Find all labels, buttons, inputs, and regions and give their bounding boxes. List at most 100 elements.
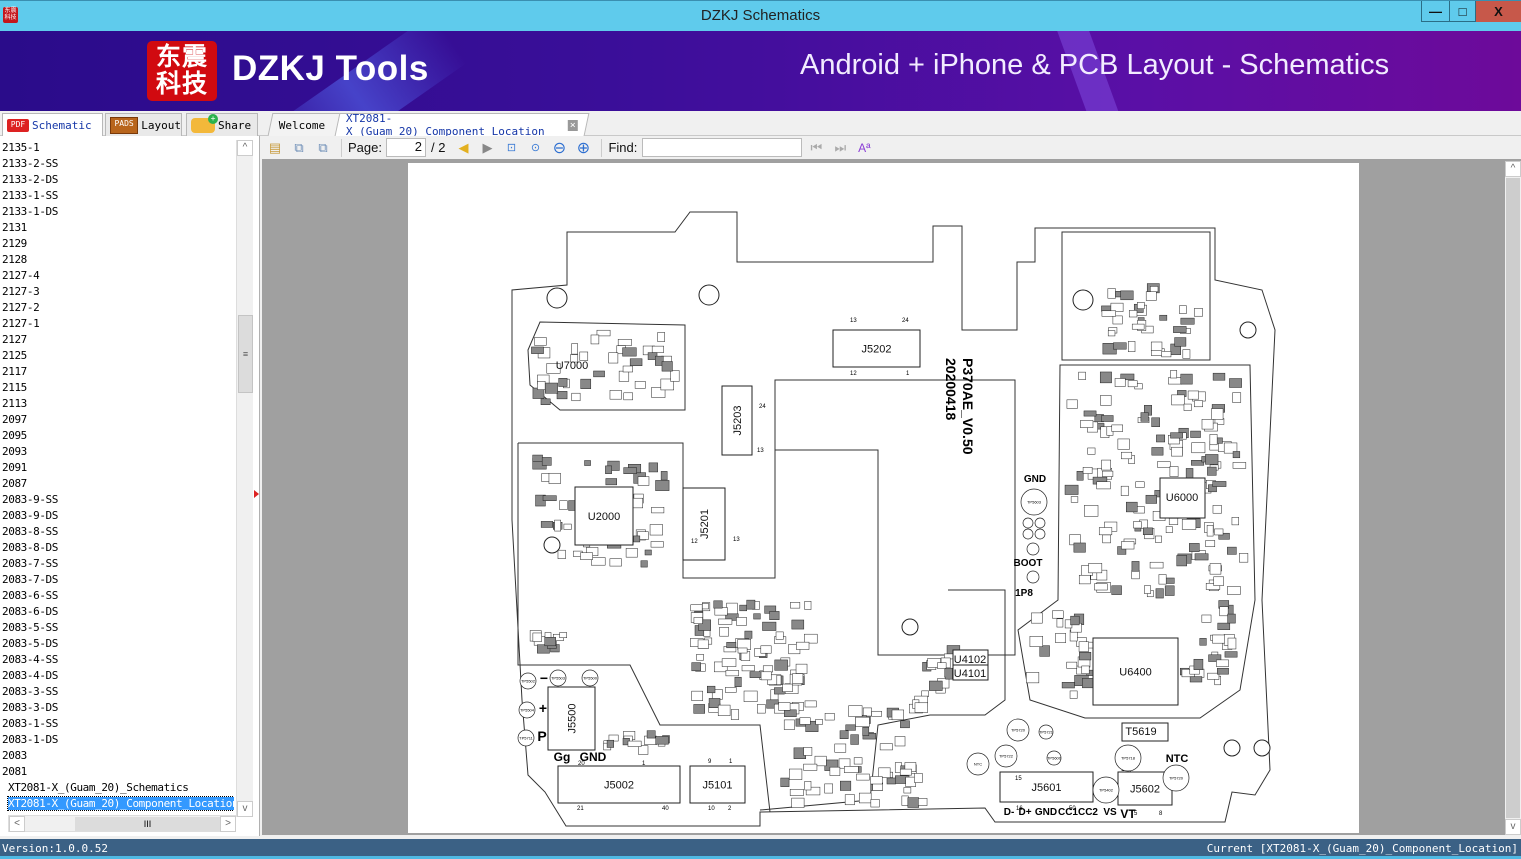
scroll-up-button[interactable]: ^ bbox=[237, 140, 253, 156]
zoom-in-icon[interactable]: ⊕ bbox=[573, 139, 593, 157]
smd-component bbox=[591, 557, 606, 566]
tree-item[interactable]: 2083-6-DS bbox=[0, 604, 234, 620]
fit-width-icon[interactable]: ⊡ bbox=[501, 139, 521, 157]
component-label: J5202 bbox=[862, 344, 892, 356]
tree-item[interactable]: 2083-6-SS bbox=[0, 588, 234, 604]
tree-item[interactable]: 2083-5-SS bbox=[0, 620, 234, 636]
tree-item[interactable]: 2127 bbox=[0, 332, 234, 348]
match-case-icon[interactable]: Aª bbox=[854, 139, 874, 157]
viewer-vertical-scrollbar[interactable]: ^ v bbox=[1505, 161, 1521, 835]
tree-item[interactable]: 2129 bbox=[0, 236, 234, 252]
tab-share[interactable]: + Share bbox=[186, 113, 258, 136]
tab-welcome[interactable]: Welcome bbox=[267, 113, 343, 136]
smd-component bbox=[1128, 341, 1136, 352]
scroll-left-button[interactable]: < bbox=[9, 816, 25, 832]
tree-item[interactable]: 2127-2 bbox=[0, 300, 234, 316]
tree-vertical-scrollbar[interactable]: ^ ≡ v bbox=[236, 140, 253, 817]
scroll-thumb[interactable]: ≡ bbox=[238, 315, 253, 393]
tree-item[interactable]: 2133-1-DS bbox=[0, 204, 234, 220]
tree-item[interactable]: 2097 bbox=[0, 412, 234, 428]
tree-item[interactable]: 2083-8-DS bbox=[0, 540, 234, 556]
tree-item[interactable]: 2081 bbox=[0, 764, 234, 780]
copy-page-icon[interactable]: ⧉ bbox=[289, 139, 309, 157]
tree-item[interactable]: 2083-7-DS bbox=[0, 572, 234, 588]
tree-item[interactable]: 2083-3-DS bbox=[0, 700, 234, 716]
tree-item[interactable]: 2133-2-SS bbox=[0, 156, 234, 172]
find-next-icon[interactable]: ⏭ bbox=[830, 139, 850, 157]
next-page-icon[interactable]: ▶ bbox=[477, 139, 497, 157]
close-button[interactable]: X bbox=[1476, 1, 1521, 22]
tab-schematic[interactable]: PDF Schematic bbox=[2, 113, 103, 137]
tab-component-location[interactable]: XT2081-X_(Guam_20)_Component_Location × bbox=[334, 112, 590, 138]
tree-item[interactable]: 2083-9-SS bbox=[0, 492, 234, 508]
tree-horizontal-scrollbar[interactable]: < III > bbox=[8, 815, 236, 832]
smd-component bbox=[796, 641, 810, 650]
document-viewer[interactable]: U7000 J5202 J5203 U2000 J5201 U6000 U6400 U4102… bbox=[262, 161, 1505, 835]
tree-item[interactable]: 2133-1-SS bbox=[0, 188, 234, 204]
tree-item[interactable]: 2083-7-SS bbox=[0, 556, 234, 572]
scroll-down-button[interactable]: v bbox=[237, 801, 253, 817]
smd-component bbox=[1205, 454, 1219, 465]
tree-item[interactable]: 2127-3 bbox=[0, 284, 234, 300]
smd-component bbox=[1176, 555, 1187, 567]
tree-item[interactable]: 2113 bbox=[0, 396, 234, 412]
scroll-down-button[interactable]: v bbox=[1505, 819, 1521, 835]
tree-item[interactable]: 2117 bbox=[0, 364, 234, 380]
tree-item[interactable]: 2135-1 bbox=[0, 140, 234, 156]
close-tab-icon[interactable]: × bbox=[568, 119, 578, 131]
open-document-icon[interactable]: ▤ bbox=[265, 139, 285, 157]
tree-document-item[interactable]: XT2081-X_(Guam_20)_Schematics bbox=[0, 780, 234, 796]
tree-item[interactable]: 2083-4-DS bbox=[0, 668, 234, 684]
tree-item[interactable]: 2115 bbox=[0, 380, 234, 396]
scroll-thumb[interactable] bbox=[1506, 178, 1520, 818]
tree-item[interactable]: 2128 bbox=[0, 252, 234, 268]
smd-component bbox=[858, 792, 872, 804]
page-number-input[interactable]: 2 bbox=[385, 138, 426, 157]
scroll-thumb[interactable]: III bbox=[75, 817, 220, 831]
silkscreen-label: NTC bbox=[1166, 753, 1189, 765]
tree-item[interactable]: 2125 bbox=[0, 348, 234, 364]
maximize-button[interactable]: □ bbox=[1449, 1, 1476, 22]
current-document-text: Current [XT2081-X_(Guam_20)_Component_Lo… bbox=[1206, 842, 1518, 855]
tab-layout[interactable]: PADS Layout bbox=[105, 113, 182, 136]
scroll-up-button[interactable]: ^ bbox=[1505, 161, 1521, 177]
smd-component bbox=[1194, 553, 1209, 561]
tree-document-item[interactable]: XT2081-X_(Guam_20)_Component_Location bbox=[0, 796, 234, 812]
scroll-right-button[interactable]: > bbox=[220, 816, 236, 832]
splitter-arrow-icon[interactable] bbox=[254, 490, 259, 498]
tree-item[interactable]: 2133-2-DS bbox=[0, 172, 234, 188]
previous-page-icon[interactable]: ◀ bbox=[453, 139, 473, 157]
paste-page-icon[interactable]: ⧉ bbox=[313, 139, 333, 157]
tree-item[interactable]: 2095 bbox=[0, 428, 234, 444]
tree-item[interactable]: 2091 bbox=[0, 460, 234, 476]
tree-item[interactable]: 2083-3-SS bbox=[0, 684, 234, 700]
smd-component bbox=[815, 718, 823, 725]
find-input[interactable] bbox=[642, 138, 803, 157]
tree-item[interactable]: 2083-5-DS bbox=[0, 636, 234, 652]
tree-item[interactable]: 2087 bbox=[0, 476, 234, 492]
tree-item[interactable]: 2083-4-SS bbox=[0, 652, 234, 668]
tree-item[interactable]: 2083 bbox=[0, 748, 234, 764]
tree-item[interactable]: 2083-1-DS bbox=[0, 732, 234, 748]
smd-component bbox=[651, 345, 664, 353]
find-label: Find: bbox=[608, 140, 638, 155]
smd-component bbox=[905, 776, 916, 787]
minimize-button[interactable]: — bbox=[1421, 1, 1450, 22]
tree-item[interactable]: 2083-9-DS bbox=[0, 508, 234, 524]
smd-component bbox=[655, 480, 670, 491]
smd-component bbox=[743, 690, 758, 702]
tree-item[interactable]: 2083-8-SS bbox=[0, 524, 234, 540]
smd-component bbox=[753, 613, 761, 620]
mounting-hole bbox=[546, 287, 568, 309]
tree-item[interactable]: 2127-1 bbox=[0, 316, 234, 332]
zoom-out-icon[interactable]: ⊖ bbox=[549, 139, 569, 157]
smd-component bbox=[1117, 438, 1130, 450]
tree-item[interactable]: 2093 bbox=[0, 444, 234, 460]
tree-item[interactable]: 2127-4 bbox=[0, 268, 234, 284]
fit-page-icon[interactable]: ⊙ bbox=[525, 139, 545, 157]
tree-item[interactable]: 2131 bbox=[0, 220, 234, 236]
smd-component bbox=[775, 631, 784, 640]
tree-item[interactable]: 2083-1-SS bbox=[0, 716, 234, 732]
smd-component bbox=[899, 768, 912, 776]
find-previous-icon[interactable]: ⏮ bbox=[806, 139, 826, 157]
